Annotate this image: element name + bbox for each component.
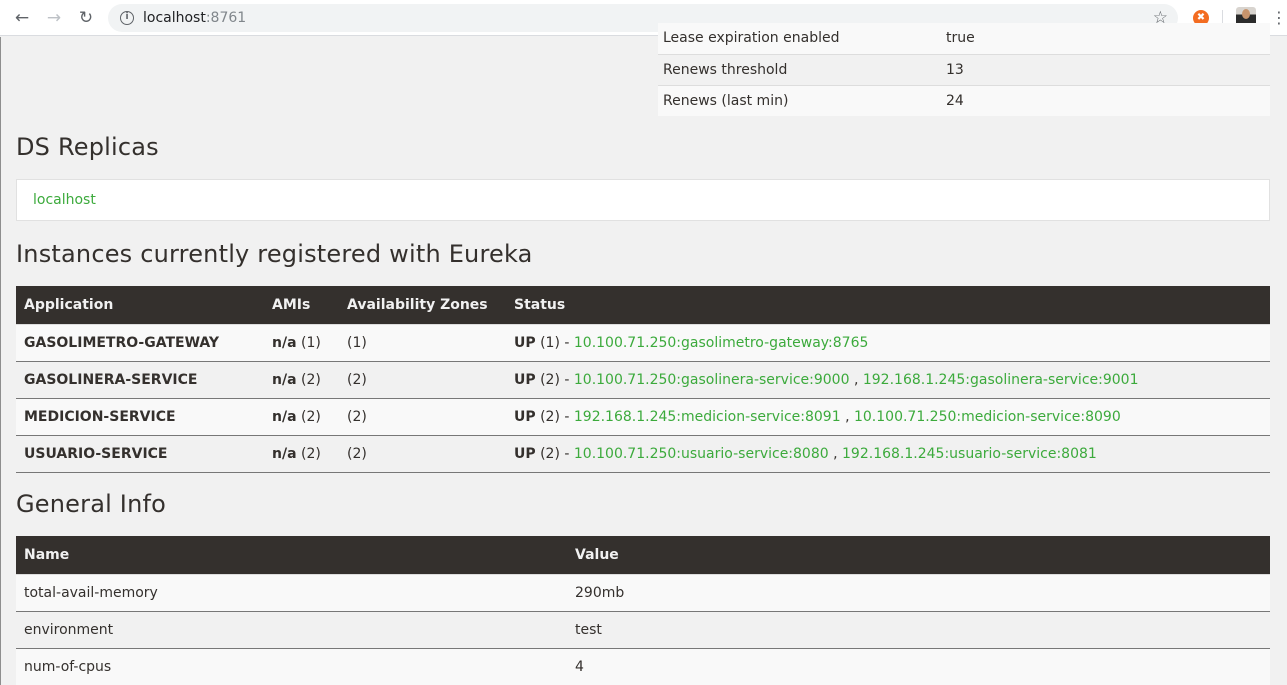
- table-row: USUARIO-SERVICE n/a (2) (2) UP (2) - 10.…: [16, 434, 1270, 473]
- application-name: USUARIO-SERVICE: [16, 434, 264, 473]
- status-count: (2) -: [535, 371, 574, 388]
- instance-link[interactable]: 10.100.71.250:usuario-service:8080: [574, 446, 829, 462]
- status-up: UP: [514, 408, 536, 425]
- col-availability-zones: Availability Zones: [339, 286, 506, 324]
- lease-stats-table: Lease expiration enabled true Renews thre…: [658, 23, 1270, 116]
- status-up: UP: [514, 445, 536, 462]
- info-name: environment: [16, 610, 567, 649]
- ami-value: n/a: [272, 408, 297, 425]
- instance-separator: ,: [828, 445, 843, 462]
- status-cell: UP (2) - 192.168.1.245:medicion-service:…: [506, 397, 1270, 436]
- amis-cell: n/a (2): [264, 397, 339, 436]
- instances-heading: Instances currently registered with Eure…: [16, 240, 533, 268]
- ami-count: (2): [296, 445, 321, 462]
- instance-link[interactable]: 192.168.1.245:medicion-service:8091: [574, 409, 841, 425]
- col-status: Status: [506, 286, 1270, 324]
- status-cell: UP (2) - 10.100.71.250:usuario-service:8…: [506, 434, 1270, 473]
- col-name: Name: [16, 536, 567, 574]
- table-row: total-avail-memory 290mb: [16, 573, 1270, 612]
- instance-separator: ,: [849, 371, 863, 388]
- info-value: test: [567, 610, 1270, 649]
- status-cell: UP (1) - 10.100.71.250:gasolimetro-gatew…: [506, 323, 1270, 362]
- stats-row: Renews threshold 13: [658, 53, 1270, 85]
- replica-link[interactable]: localhost: [33, 192, 96, 208]
- replicas-list: localhost: [16, 179, 1270, 221]
- forward-icon[interactable]: →: [38, 0, 70, 36]
- table-row: environment test: [16, 610, 1270, 649]
- url-host: localhost: [143, 10, 206, 26]
- info-icon[interactable]: i: [120, 11, 134, 25]
- instance-link[interactable]: 10.100.71.250:gasolinera-service:9000: [574, 372, 850, 388]
- col-amis: AMIs: [264, 286, 339, 324]
- info-value: 4: [567, 647, 1270, 685]
- stats-value: 24: [939, 84, 1270, 116]
- ami-count: (2): [296, 371, 321, 388]
- table-row: GASOLIMETRO-GATEWAY n/a (1) (1) UP (1) -…: [16, 323, 1270, 362]
- ami-value: n/a: [272, 334, 297, 351]
- application-name: GASOLIMETRO-GATEWAY: [16, 323, 264, 362]
- instance-separator: ,: [840, 408, 854, 425]
- amis-cell: n/a (2): [264, 360, 339, 399]
- replicas-heading: DS Replicas: [16, 133, 159, 161]
- status-count: (2) -: [535, 408, 574, 425]
- table-row: MEDICION-SERVICE n/a (2) (2) UP (2) - 19…: [16, 397, 1270, 436]
- status-cell: UP (2) - 10.100.71.250:gasolinera-servic…: [506, 360, 1270, 399]
- instances-table: Application AMIs Availability Zones Stat…: [16, 286, 1270, 473]
- back-icon[interactable]: ←: [6, 0, 38, 36]
- application-name: MEDICION-SERVICE: [16, 397, 264, 436]
- info-name: num-of-cpus: [16, 647, 567, 685]
- zones-cell: (1): [339, 323, 506, 362]
- info-name: total-avail-memory: [16, 573, 567, 612]
- status-up: UP: [514, 371, 536, 388]
- zones-cell: (2): [339, 360, 506, 399]
- ami-value: n/a: [272, 371, 297, 388]
- general-info-table: Name Value total-avail-memory 290mb envir…: [16, 536, 1270, 685]
- stats-value: 13: [939, 53, 1270, 85]
- col-application: Application: [16, 286, 264, 324]
- url-text[interactable]: localhost:8761: [143, 10, 246, 26]
- table-row: num-of-cpus 4: [16, 647, 1270, 685]
- url-port: :8761: [205, 10, 247, 26]
- instance-link[interactable]: 10.100.71.250:medicion-service:8090: [854, 409, 1121, 425]
- stats-value: true: [939, 23, 1270, 54]
- application-name: GASOLINERA-SERVICE: [16, 360, 264, 399]
- status-count: (2) -: [535, 445, 574, 462]
- instance-link[interactable]: 192.168.1.245:gasolinera-service:9001: [863, 372, 1139, 388]
- page-left-border: [0, 37, 1, 685]
- zones-cell: (2): [339, 397, 506, 436]
- ami-value: n/a: [272, 445, 297, 462]
- stats-row: Lease expiration enabled true: [658, 23, 1270, 54]
- zones-cell: (2): [339, 434, 506, 473]
- general-info-heading: General Info: [16, 490, 167, 518]
- col-value: Value: [567, 536, 1270, 574]
- instance-link[interactable]: 192.168.1.245:usuario-service:8081: [842, 446, 1097, 462]
- menu-icon[interactable]: ⋮: [1271, 8, 1287, 28]
- table-row: GASOLINERA-SERVICE n/a (2) (2) UP (2) - …: [16, 360, 1270, 399]
- info-value: 290mb: [567, 573, 1270, 612]
- instance-link[interactable]: 10.100.71.250:gasolimetro-gateway:8765: [574, 335, 869, 351]
- stats-label: Renews threshold: [658, 53, 939, 85]
- stats-label: Lease expiration enabled: [658, 23, 939, 54]
- status-up: UP: [514, 334, 536, 351]
- ami-count: (1): [296, 334, 321, 351]
- status-count: (1) -: [535, 334, 574, 351]
- stats-label: Renews (last min): [658, 84, 939, 116]
- ami-count: (2): [296, 408, 321, 425]
- stats-row: Renews (last min) 24: [658, 84, 1270, 116]
- amis-cell: n/a (1): [264, 323, 339, 362]
- reload-icon[interactable]: ↻: [70, 0, 102, 36]
- amis-cell: n/a (2): [264, 434, 339, 473]
